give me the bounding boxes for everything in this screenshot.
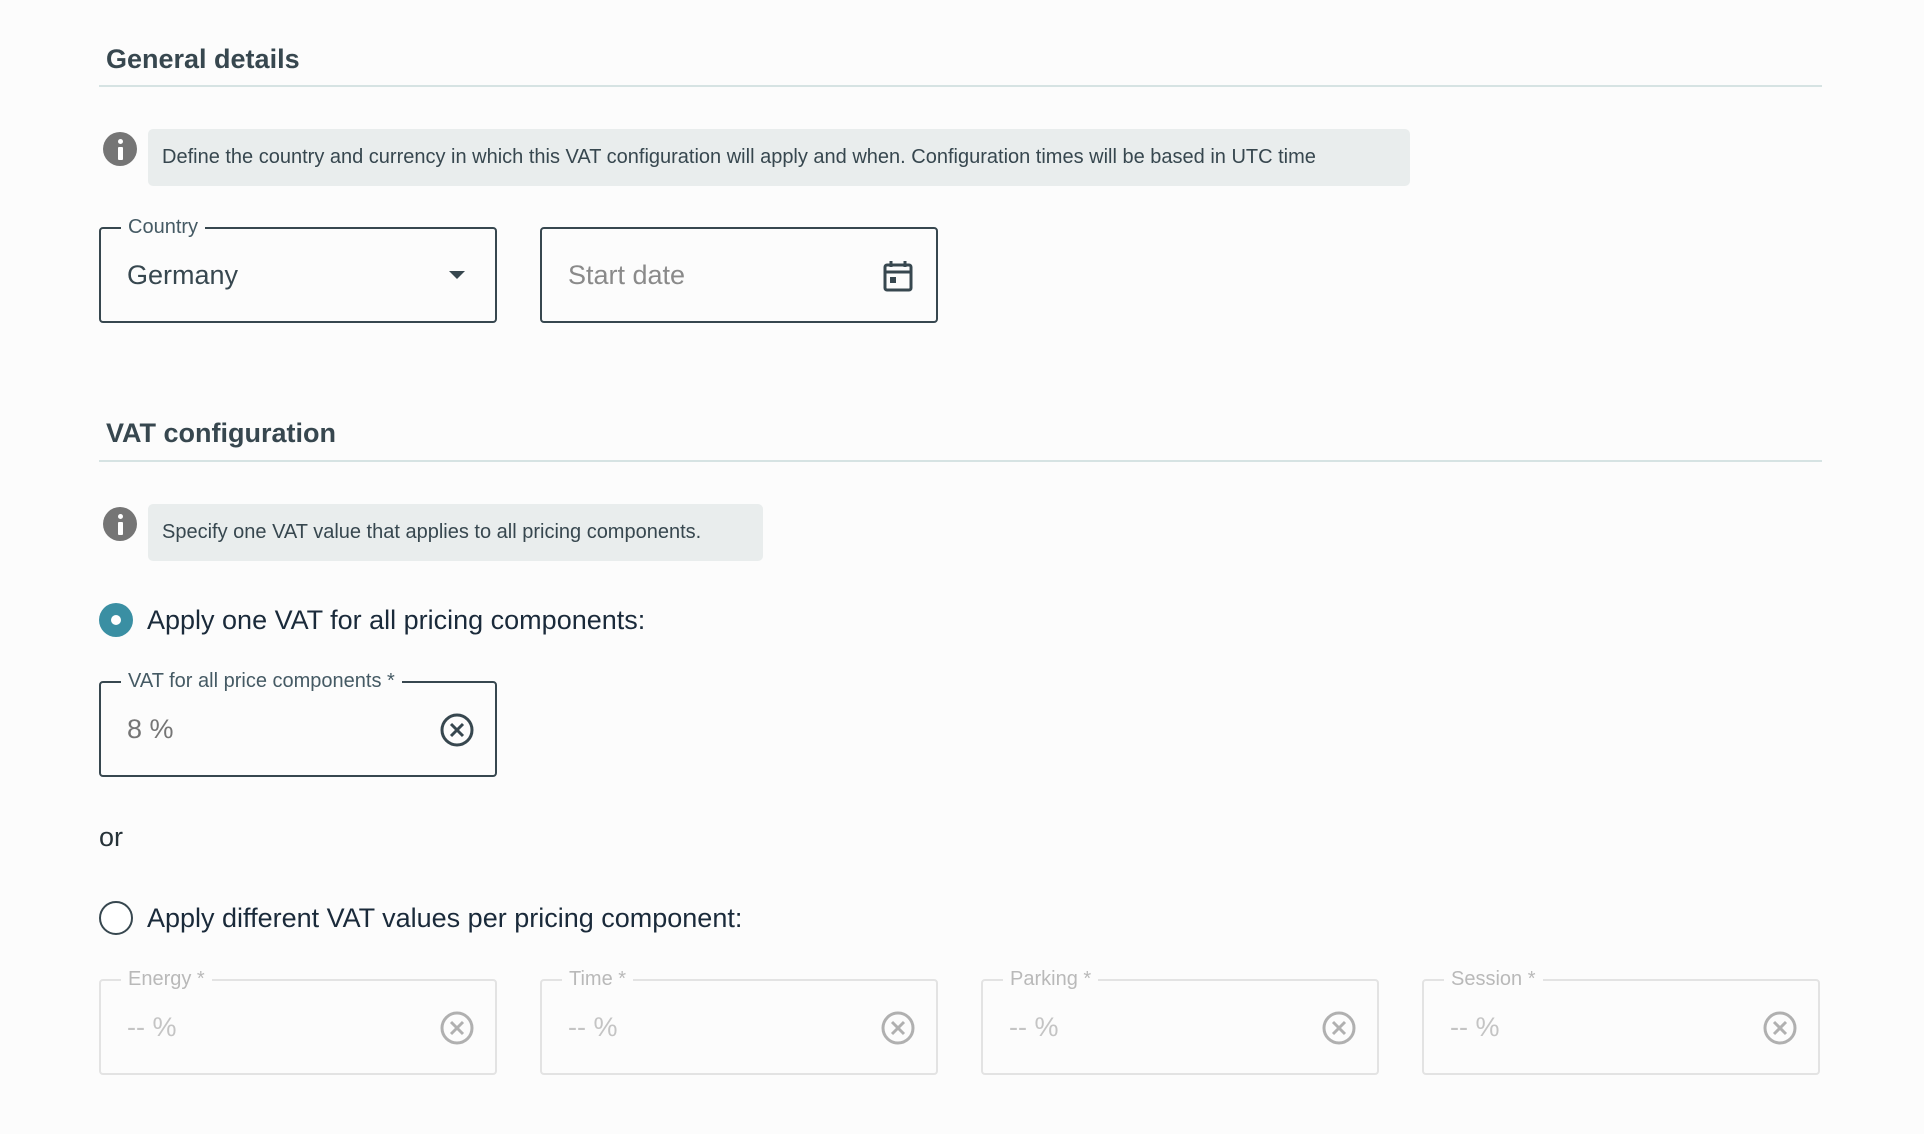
vat-configuration-divider (99, 460, 1822, 462)
start-date-placeholder: Start date (568, 260, 686, 290)
vat-energy-value: -- % (127, 1012, 177, 1042)
vat-parking-value: -- % (1009, 1012, 1059, 1042)
radio-apply-different-vat-label: Apply different VAT values per pricing c… (147, 902, 743, 933)
vat-energy-field[interactable]: Energy * -- % (99, 967, 497, 1075)
info-icon (103, 507, 137, 541)
vat-time-value: -- % (568, 1012, 618, 1042)
radio-apply-different-vat[interactable]: Apply different VAT values per pricing c… (99, 898, 742, 938)
general-info-banner: Define the country and currency in which… (148, 129, 1410, 186)
general-details-title: General details (106, 44, 300, 74)
vat-info-banner: Specify one VAT value that applies to al… (148, 504, 763, 561)
calendar-icon[interactable] (880, 258, 916, 294)
vat-session-value: -- % (1450, 1012, 1500, 1042)
radio-unselected-icon[interactable] (99, 901, 133, 935)
general-details-divider (99, 85, 1822, 87)
clear-icon[interactable] (1321, 1010, 1357, 1046)
radio-apply-one-vat[interactable]: Apply one VAT for all pricing components… (99, 600, 645, 640)
chevron-down-icon[interactable] (449, 271, 465, 279)
country-value: Germany (127, 260, 239, 290)
info-icon (103, 132, 137, 166)
vat-session-field[interactable]: Session * -- % (1422, 967, 1820, 1075)
vat-configuration-page: General details Define the country and c… (0, 0, 1924, 1134)
clear-icon[interactable] (880, 1010, 916, 1046)
country-select[interactable]: Country Germany (99, 215, 497, 323)
radio-apply-one-vat-label: Apply one VAT for all pricing components… (147, 604, 646, 635)
or-separator: or (99, 822, 124, 852)
start-date-field[interactable]: Start date (540, 227, 938, 323)
vat-parking-field[interactable]: Parking * -- % (981, 967, 1379, 1075)
clear-icon[interactable] (1762, 1010, 1798, 1046)
clear-icon[interactable] (439, 712, 475, 748)
radio-selected-icon[interactable] (99, 603, 133, 637)
vat-all-components-field[interactable]: VAT for all price components * 8 % (99, 669, 497, 777)
vat-all-components-value: 8 % (127, 714, 174, 744)
vat-configuration-title: VAT configuration (106, 418, 336, 448)
vat-time-field[interactable]: Time * -- % (540, 967, 938, 1075)
clear-icon[interactable] (439, 1010, 475, 1046)
